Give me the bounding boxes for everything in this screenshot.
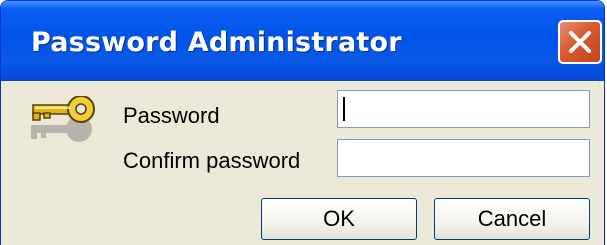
confirm-password-label: Confirm password <box>123 148 301 173</box>
dialog-body: Password Confirm password OK Cancel <box>1 81 604 245</box>
cancel-button[interactable]: Cancel <box>434 198 590 240</box>
window-title: Password Administrator <box>31 27 402 58</box>
password-field[interactable] <box>337 90 590 128</box>
close-x-icon <box>569 31 591 53</box>
password-label: Password <box>123 103 220 128</box>
ok-button[interactable]: OK <box>261 198 417 240</box>
title-bar[interactable]: Password Administrator <box>1 1 604 81</box>
password-dialog: Password Administrator Password Confirm … <box>0 0 605 245</box>
confirm-password-field[interactable] <box>337 139 590 177</box>
close-button[interactable] <box>558 20 602 64</box>
text-caret <box>343 97 345 121</box>
key-icon <box>31 96 95 142</box>
